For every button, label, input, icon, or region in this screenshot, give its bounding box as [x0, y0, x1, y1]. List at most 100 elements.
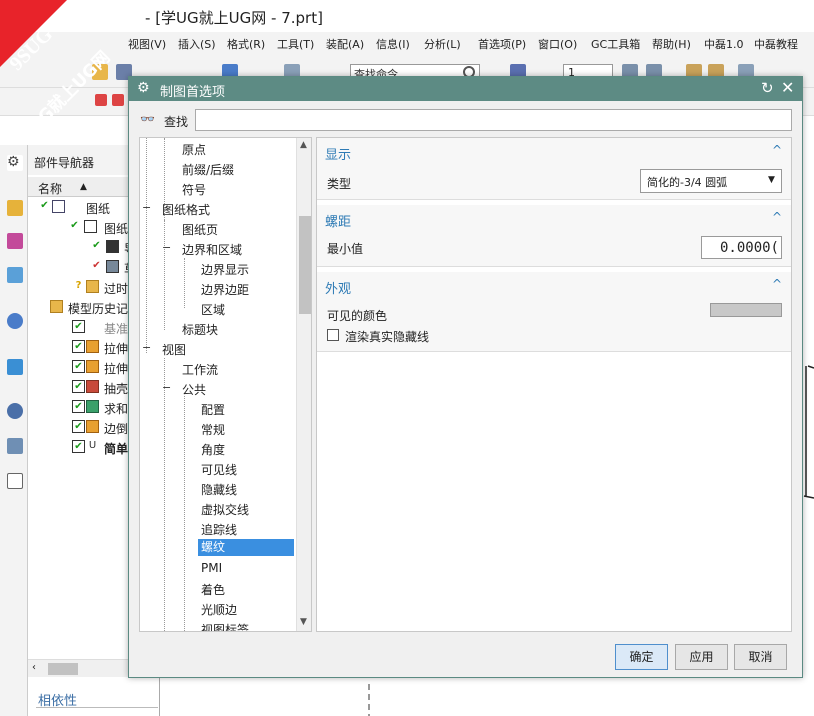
tree-item-view-label[interactable]: 视图标签 [140, 618, 296, 631]
tree-item-shading[interactable]: 着色 [140, 578, 296, 598]
section-title[interactable]: 外观 [325, 278, 351, 297]
tree-item-hidden-lines[interactable]: 隐藏线 [140, 478, 296, 498]
collapse-icon[interactable]: − [142, 341, 151, 354]
properties-panel: 显示 ^ 类型 简化的-3/4 圆弧 ▼ 螺距 ^ 最小值 0.0000( 外观… [316, 137, 792, 632]
type-label: 类型 [327, 177, 352, 191]
tree-item-view[interactable]: − 视图 [140, 338, 296, 358]
hole-icon: U [86, 440, 99, 453]
nav-column-name: 名称 [38, 182, 63, 196]
assembly-navigator-icon[interactable] [7, 200, 23, 216]
folder-icon [86, 280, 99, 293]
checkbox-checked-icon[interactable]: ✔ [72, 340, 85, 353]
tree-item-drawing-format[interactable]: − 图纸格式 [140, 198, 296, 218]
close-icon[interactable]: ✕ [781, 78, 794, 97]
extrude-icon [86, 360, 99, 373]
chevron-up-icon[interactable]: ^ [772, 210, 782, 224]
cancel-button[interactable]: 取消 [734, 644, 787, 670]
tree-item-pmi[interactable]: PMI [140, 558, 296, 578]
menu-preferences[interactable]: 首选项(P) [478, 36, 526, 52]
apply-button[interactable]: 应用 [675, 644, 728, 670]
visible-color-swatch[interactable] [710, 303, 782, 317]
menu-format[interactable]: 格式(R) [227, 36, 265, 52]
menu-gc-toolbox[interactable]: GC工具箱 [591, 36, 640, 52]
section-title[interactable]: 螺距 [325, 211, 351, 230]
menu-window[interactable]: 窗口(O) [538, 36, 577, 52]
check-icon: ✔ [90, 260, 103, 273]
part-navigator-icon[interactable] [7, 267, 23, 283]
checkbox-checked-icon[interactable]: ✔ [72, 380, 85, 393]
clock-icon[interactable] [7, 403, 23, 419]
tree-item-virtual-intersection[interactable]: 虚拟交线 [140, 498, 296, 518]
thread-type-select[interactable]: 简化的-3/4 圆弧 ▼ [640, 169, 782, 193]
sort-ascending-icon: ▲ [80, 182, 87, 192]
chevron-down-icon: ▼ [768, 175, 775, 185]
watermark-logo: 9SUG 学UG就上UG网 [0, 0, 140, 140]
tree-item-angle[interactable]: 角度 [140, 438, 296, 458]
tree-item-workflow[interactable]: 工作流 [140, 358, 296, 378]
scroll-down-icon[interactable]: ▼ [300, 617, 307, 627]
tree-item-smooth-edges[interactable]: 光顺边 [140, 598, 296, 618]
settings-icon[interactable]: ⚙ [7, 155, 23, 171]
tree-scrollbar[interactable]: ▲ ▼ [296, 138, 311, 631]
app-title: - [学UG就上UG网 - 7.prt] [145, 9, 323, 27]
checkbox-checked-icon[interactable]: ✔ [72, 420, 85, 433]
tree-item-common[interactable]: − 公共 [140, 378, 296, 398]
sketch-icon [106, 260, 119, 273]
find-input[interactable] [195, 109, 792, 131]
tree-item-trace-lines[interactable]: 追踪线 [140, 518, 296, 538]
min-pitch-label: 最小值 [327, 242, 364, 256]
web-icon[interactable] [7, 313, 23, 329]
tree-item-prefix-suffix[interactable]: 前缀/后缀 [140, 158, 296, 178]
tree-item-general[interactable]: 常规 [140, 418, 296, 438]
tree-item-drawing-sheet[interactable]: 图纸页 [140, 218, 296, 238]
checkbox-checked-icon[interactable]: ✔ [72, 400, 85, 413]
tree-item-thread[interactable]: 螺纹 [140, 538, 296, 558]
render-hidden-checkbox[interactable] [327, 329, 339, 341]
scroll-left-icon[interactable]: ‹ [32, 662, 36, 673]
checkbox-checked-icon[interactable]: ✔ [72, 320, 85, 333]
history-icon[interactable] [7, 359, 23, 375]
tree-item-origin[interactable]: 原点 [140, 138, 296, 158]
resource-bar: ⚙ [0, 145, 28, 716]
checkbox-checked-icon[interactable]: ✔ [72, 360, 85, 373]
checkbox-icon[interactable] [7, 473, 23, 489]
tree-item-visible-lines[interactable]: 可见线 [140, 458, 296, 478]
preferences-tree: 原点 前缀/后缀 符号 − 图纸格式 图纸页 − 边界和区域 边界显示 边界边距… [139, 137, 312, 632]
ok-button[interactable]: 确定 [615, 644, 668, 670]
unite-icon [86, 400, 99, 413]
tree-item-configuration[interactable]: 配置 [140, 398, 296, 418]
dialog-titlebar[interactable]: ⚙ 制图首选项 ↻ ✕ [129, 77, 802, 101]
collapse-icon[interactable]: − [142, 201, 151, 214]
blend-icon [86, 420, 99, 433]
menu-help[interactable]: 帮助(H) [652, 36, 691, 52]
min-pitch-input[interactable]: 0.0000( [701, 236, 782, 259]
dialog-title: 制图首选项 [160, 85, 226, 100]
collapse-icon[interactable]: − [162, 381, 171, 394]
menu-zhonglei[interactable]: 中磊1.0 [704, 36, 744, 52]
reset-icon[interactable]: ↻ [761, 79, 774, 97]
tree-item-border-display[interactable]: 边界显示 [140, 258, 296, 278]
checkbox-checked-icon[interactable]: ✔ [72, 440, 85, 453]
constraint-navigator-icon[interactable] [7, 233, 23, 249]
role-icon[interactable] [7, 438, 23, 454]
menu-insert[interactable]: 插入(S) [178, 36, 216, 52]
section-title[interactable]: 显示 [325, 144, 351, 163]
shell-icon [86, 380, 99, 393]
tree-item-symbol[interactable]: 符号 [140, 178, 296, 198]
tree-item-border-margin[interactable]: 边界边距 [140, 278, 296, 298]
chevron-up-icon[interactable]: ^ [772, 277, 782, 291]
chevron-up-icon[interactable]: ^ [772, 143, 782, 157]
scroll-thumb[interactable] [48, 663, 78, 675]
tree-item-zone[interactable]: 区域 [140, 298, 296, 318]
tree-item-title-block[interactable]: 标题块 [140, 318, 296, 338]
scroll-thumb[interactable] [299, 216, 311, 314]
menu-info[interactable]: 信息(I) [376, 36, 410, 52]
menu-tools[interactable]: 工具(T) [277, 36, 314, 52]
scroll-up-icon[interactable]: ▲ [300, 140, 307, 150]
folder-icon [50, 300, 63, 313]
menu-assembly[interactable]: 装配(A) [326, 36, 364, 52]
collapse-icon[interactable]: − [162, 241, 171, 254]
menu-zhonglei-tutorial[interactable]: 中磊教程 [754, 36, 798, 52]
tree-item-borders-zones[interactable]: − 边界和区域 [140, 238, 296, 258]
menu-analysis[interactable]: 分析(L) [424, 36, 461, 52]
